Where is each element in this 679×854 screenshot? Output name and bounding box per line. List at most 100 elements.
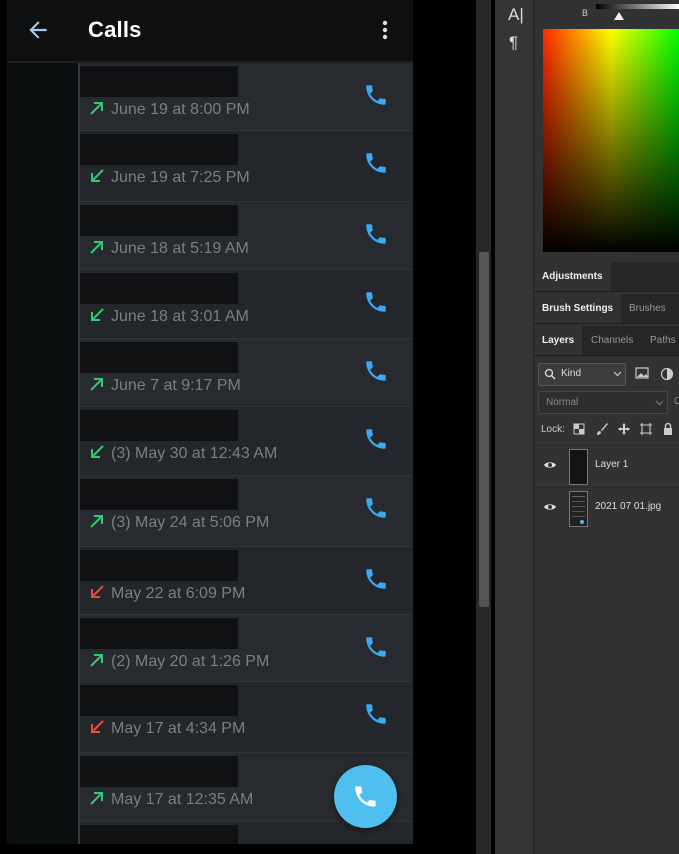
phone-screenshot: Calls June 19 at 8:00 PM June 19 at 7:25 …: [7, 0, 413, 844]
blend-mode-value: Normal: [546, 397, 579, 408]
artboard-icon[interactable]: [639, 422, 653, 436]
photoshop-panels: B Adjustments Brush Settings Brushes Lay…: [534, 0, 679, 854]
page-title: Calls: [88, 17, 142, 42]
outgoing-call-icon: [90, 241, 103, 254]
contact-name-redacted: [80, 134, 238, 165]
call-time: May 17 at 4:34 PM: [88, 718, 245, 738]
call-time: June 18 at 5:19 AM: [88, 238, 249, 258]
layers-tabbar: Layers Channels Paths: [534, 326, 679, 356]
layer-thumbnail: [569, 491, 588, 527]
paragraph-panel-icon[interactable]: ¶: [509, 33, 518, 53]
color-picker-field[interactable]: [543, 29, 679, 252]
opacity-label: O: [674, 396, 679, 407]
tab-adjustments[interactable]: Adjustments: [534, 262, 611, 291]
layer-name: 2021 07 01.jpg: [595, 501, 662, 512]
arrow-left-icon[interactable]: [25, 17, 51, 43]
lock-all-icon[interactable]: [661, 422, 675, 436]
call-back-phone-icon[interactable]: [363, 566, 389, 592]
phone-icon: [355, 786, 376, 807]
call-log-row[interactable]: June 19 at 7:25 PM: [80, 131, 413, 202]
layer-name: Layer 1: [595, 459, 629, 470]
contact-name-redacted: [80, 342, 238, 373]
call-log-row[interactable]: June 18 at 5:19 AM: [80, 202, 413, 270]
layer-thumbnail: [569, 449, 588, 485]
incoming-call-icon: [91, 445, 104, 458]
call-log-row[interactable]: June 19 at 8:00 PM: [80, 63, 413, 131]
call-time: (2) May 20 at 1:26 PM: [88, 651, 269, 671]
call-time-text: June 18 at 3:01 AM: [111, 308, 249, 325]
layer-filter-select[interactable]: Kind: [538, 363, 626, 386]
contact-name-redacted: [80, 825, 238, 844]
slider-thumb[interactable]: [614, 12, 624, 20]
call-log-row[interactable]: May 22 at 6:09 PM: [80, 547, 413, 615]
brightness-slider[interactable]: [596, 4, 679, 9]
contact-name-redacted: [80, 273, 238, 304]
call-time: June 18 at 3:01 AM: [88, 306, 249, 326]
call-log-row[interactable]: (3) May 30 at 12:43 AM: [80, 407, 413, 476]
call-time: June 19 at 8:00 PM: [88, 99, 250, 119]
call-back-phone-icon[interactable]: [363, 289, 389, 315]
call-back-phone-icon[interactable]: [363, 495, 389, 521]
call-time: May 22 at 6:09 PM: [88, 583, 245, 603]
call-time: (3) May 24 at 5:06 PM: [88, 512, 269, 532]
tab-brushes[interactable]: Brushes: [621, 294, 674, 323]
outgoing-call-icon: [90, 654, 103, 667]
new-call-button[interactable]: [334, 765, 397, 828]
contact-name-redacted: [80, 685, 238, 716]
outgoing-call-icon: [90, 515, 103, 528]
call-log-row[interactable]: (2) May 20 at 1:26 PM: [80, 615, 413, 682]
call-time-text: May 17 at 12:35 AM: [111, 791, 254, 808]
chevron-down-icon: [613, 371, 622, 377]
scrollbar-thumb[interactable]: [479, 252, 489, 607]
adjustments-tabbar: Adjustments: [534, 262, 679, 292]
call-back-phone-icon[interactable]: [363, 701, 389, 727]
call-time-text: May 22 at 6:09 PM: [111, 585, 246, 602]
blend-mode-select[interactable]: Normal: [538, 391, 668, 414]
call-back-phone-icon[interactable]: [363, 82, 389, 108]
tab-layers[interactable]: Layers: [534, 326, 583, 355]
call-time-text: June 19 at 8:00 PM: [111, 101, 250, 118]
image-filter-icon[interactable]: [635, 367, 649, 379]
call-time-text: (3) May 30 at 12:43 AM: [111, 445, 278, 462]
call-log-row[interactable]: (3) May 24 at 5:06 PM: [80, 476, 413, 547]
call-time-text: June 19 at 7:25 PM: [111, 169, 250, 186]
more-vertical-icon[interactable]: [377, 18, 393, 42]
tool-strip: A| ¶: [495, 0, 534, 854]
lock-transparent-pixels-icon[interactable]: [572, 422, 586, 436]
contact-name-redacted: [80, 550, 238, 581]
call-log-row[interactable]: June 7 at 9:17 PM: [80, 339, 413, 407]
chevron-down-icon: [655, 400, 664, 406]
call-time: June 7 at 9:17 PM: [88, 375, 241, 395]
contact-name-redacted: [80, 410, 238, 441]
layer-row[interactable]: Layer 1: [534, 445, 679, 487]
tab-channels[interactable]: Channels: [583, 326, 641, 355]
outgoing-call-icon: [90, 378, 103, 391]
call-list: June 19 at 8:00 PM June 19 at 7:25 PM June…: [80, 63, 413, 844]
tab-brush-settings[interactable]: Brush Settings: [534, 294, 622, 323]
tab-paths[interactable]: Paths: [642, 326, 679, 355]
filter-kind-value: Kind: [561, 368, 582, 379]
contact-name-redacted: [80, 205, 238, 236]
call-back-phone-icon[interactable]: [363, 221, 389, 247]
adjustment-filter-icon[interactable]: [660, 367, 674, 381]
contact-name-redacted: [80, 66, 238, 97]
call-back-phone-icon[interactable]: [363, 634, 389, 660]
call-time-text: June 18 at 5:19 AM: [111, 240, 249, 257]
eye-icon[interactable]: [543, 501, 557, 513]
outgoing-call-icon: [90, 102, 103, 115]
call-back-phone-icon[interactable]: [363, 358, 389, 384]
call-back-phone-icon[interactable]: [363, 426, 389, 452]
outgoing-call-icon: [90, 792, 103, 805]
call-log-row[interactable]: May 17 at 4:34 PM: [80, 682, 413, 753]
move-icon[interactable]: [617, 422, 631, 436]
call-log-row[interactable]: June 18 at 3:01 AM: [80, 270, 413, 339]
missed-call-icon: [91, 720, 104, 733]
call-back-phone-icon[interactable]: [363, 150, 389, 176]
call-time-text: (2) May 20 at 1:26 PM: [111, 653, 270, 670]
left-strip: [7, 63, 78, 844]
layer-row[interactable]: 2021 07 01.jpg: [534, 487, 679, 529]
app-bar: Calls: [7, 0, 413, 61]
brush-icon[interactable]: [595, 422, 609, 436]
character-panel-icon[interactable]: A|: [508, 5, 524, 25]
eye-icon[interactable]: [543, 459, 557, 471]
